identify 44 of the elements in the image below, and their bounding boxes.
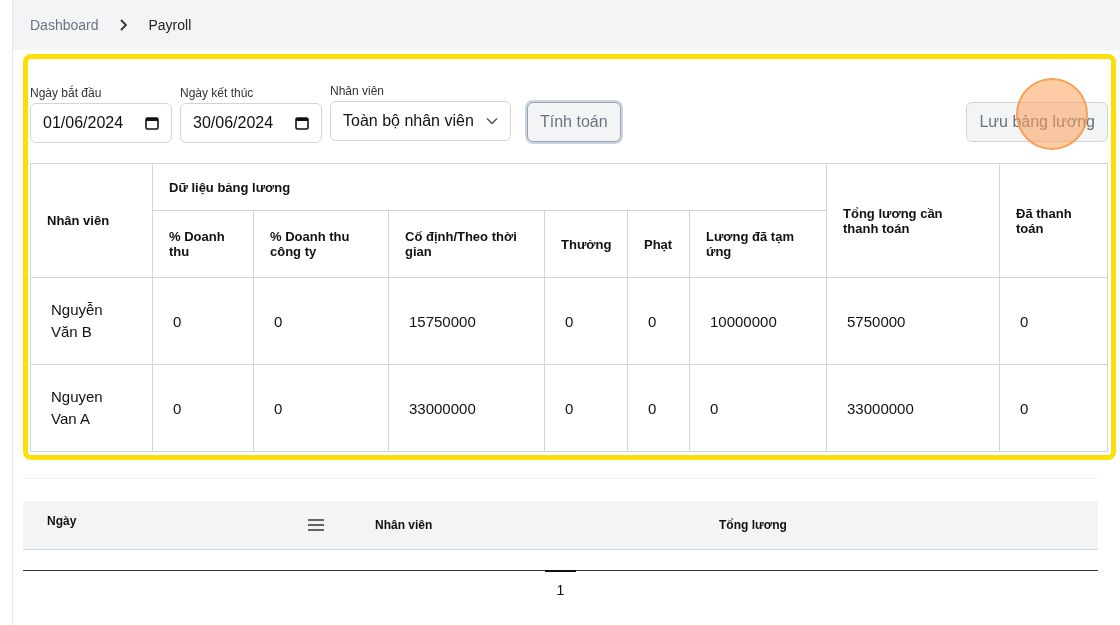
column-header: Tổng lương cần thanh toán	[826, 163, 1000, 278]
table-cell: 0	[689, 364, 827, 452]
calculate-button[interactable]: Tính toán	[527, 102, 621, 142]
column-header: Tổng lương	[719, 518, 787, 532]
column-header: Nhân viên	[375, 518, 433, 532]
column-group-header: Dữ liệu bảng lương	[152, 163, 827, 211]
table-cell: 0	[152, 364, 254, 452]
chevron-right-icon	[118, 19, 127, 31]
table-cell: 10000000	[689, 277, 827, 365]
table-cell: 0	[627, 364, 690, 452]
table-cell: Nguyen Van A	[30, 364, 153, 452]
field-label: Ngày bắt đầu	[30, 86, 103, 100]
calendar-icon[interactable]	[295, 116, 309, 130]
table-cell: 0	[544, 364, 628, 452]
table-cell: 33000000	[826, 364, 1000, 452]
column-header: Nhân viên	[30, 163, 153, 278]
table-cell: 0	[152, 277, 254, 365]
table-cell: Nguyễn Văn B	[30, 277, 153, 365]
column-header: Cố định/Theo thời gian	[388, 210, 545, 278]
field-label: Nhân viên	[330, 84, 386, 98]
table-cell: 0	[253, 364, 389, 452]
column-header: % Doanh thu	[152, 210, 254, 278]
breadcrumb-link[interactable]: Dashboard	[30, 17, 99, 33]
chevron-down-icon[interactable]	[486, 117, 498, 125]
menu-icon[interactable]	[307, 518, 325, 532]
column-header: Thưởng	[544, 210, 628, 278]
table-cell: 0	[999, 277, 1108, 365]
table-cell: 0	[544, 277, 628, 365]
table-cell: 0	[253, 277, 389, 365]
table-cell: 5750000	[826, 277, 1000, 365]
table-cell: 33000000	[388, 364, 545, 452]
column-header: Phạt	[627, 210, 690, 278]
field-label: Ngày kết thúc	[180, 86, 255, 100]
date-field[interactable]: 01/06/2024	[30, 103, 172, 143]
page-link[interactable]: 1	[544, 570, 577, 598]
column-header: Ngày	[47, 514, 77, 528]
calendar-icon[interactable]	[145, 116, 159, 130]
table-cell: 0	[999, 364, 1108, 452]
column-header: % Doanh thu công ty	[253, 210, 389, 278]
table-cell: 0	[627, 277, 690, 365]
table-cell: 15750000	[388, 277, 545, 365]
column-header: Đã thanh toán	[999, 163, 1108, 278]
employee-select[interactable]: Toàn bộ nhân viên	[330, 101, 511, 141]
date-field[interactable]: 30/06/2024	[180, 103, 322, 143]
